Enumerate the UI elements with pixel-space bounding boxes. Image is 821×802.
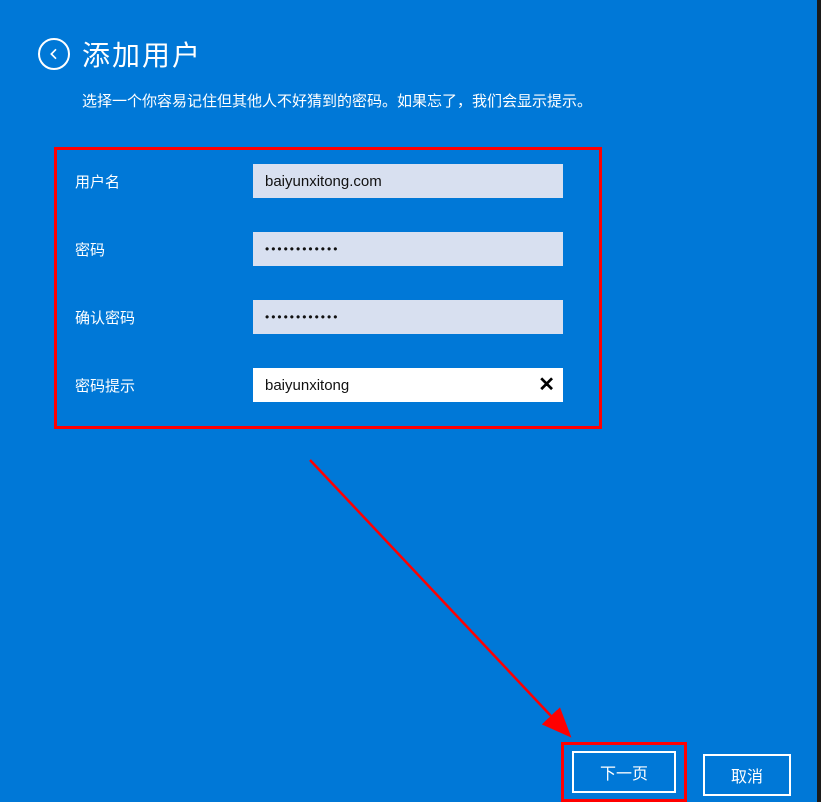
page-subtitle: 选择一个你容易记住但其他人不好猜到的密码。如果忘了，我们会显示提示。 <box>0 74 821 111</box>
form-container: 用户名 密码 •••••••••••• 确认密码 •••••••••••• 密码… <box>54 147 602 429</box>
page-title: 添加用户 <box>82 34 202 74</box>
confirm-password-label: 确认密码 <box>75 307 253 328</box>
cancel-button[interactable]: 取消 <box>703 754 791 796</box>
username-label: 用户名 <box>75 171 253 192</box>
password-input[interactable]: •••••••••••• <box>253 232 563 266</box>
confirm-password-input[interactable]: •••••••••••• <box>253 300 563 334</box>
annotation-arrow <box>300 450 650 780</box>
password-hint-input[interactable] <box>253 368 563 402</box>
password-hint-label: 密码提示 <box>75 375 253 396</box>
back-icon[interactable] <box>38 38 70 70</box>
window-edge <box>817 0 821 802</box>
password-label: 密码 <box>75 239 253 260</box>
username-input[interactable] <box>253 164 563 198</box>
clear-icon[interactable]: ✕ <box>538 375 555 395</box>
